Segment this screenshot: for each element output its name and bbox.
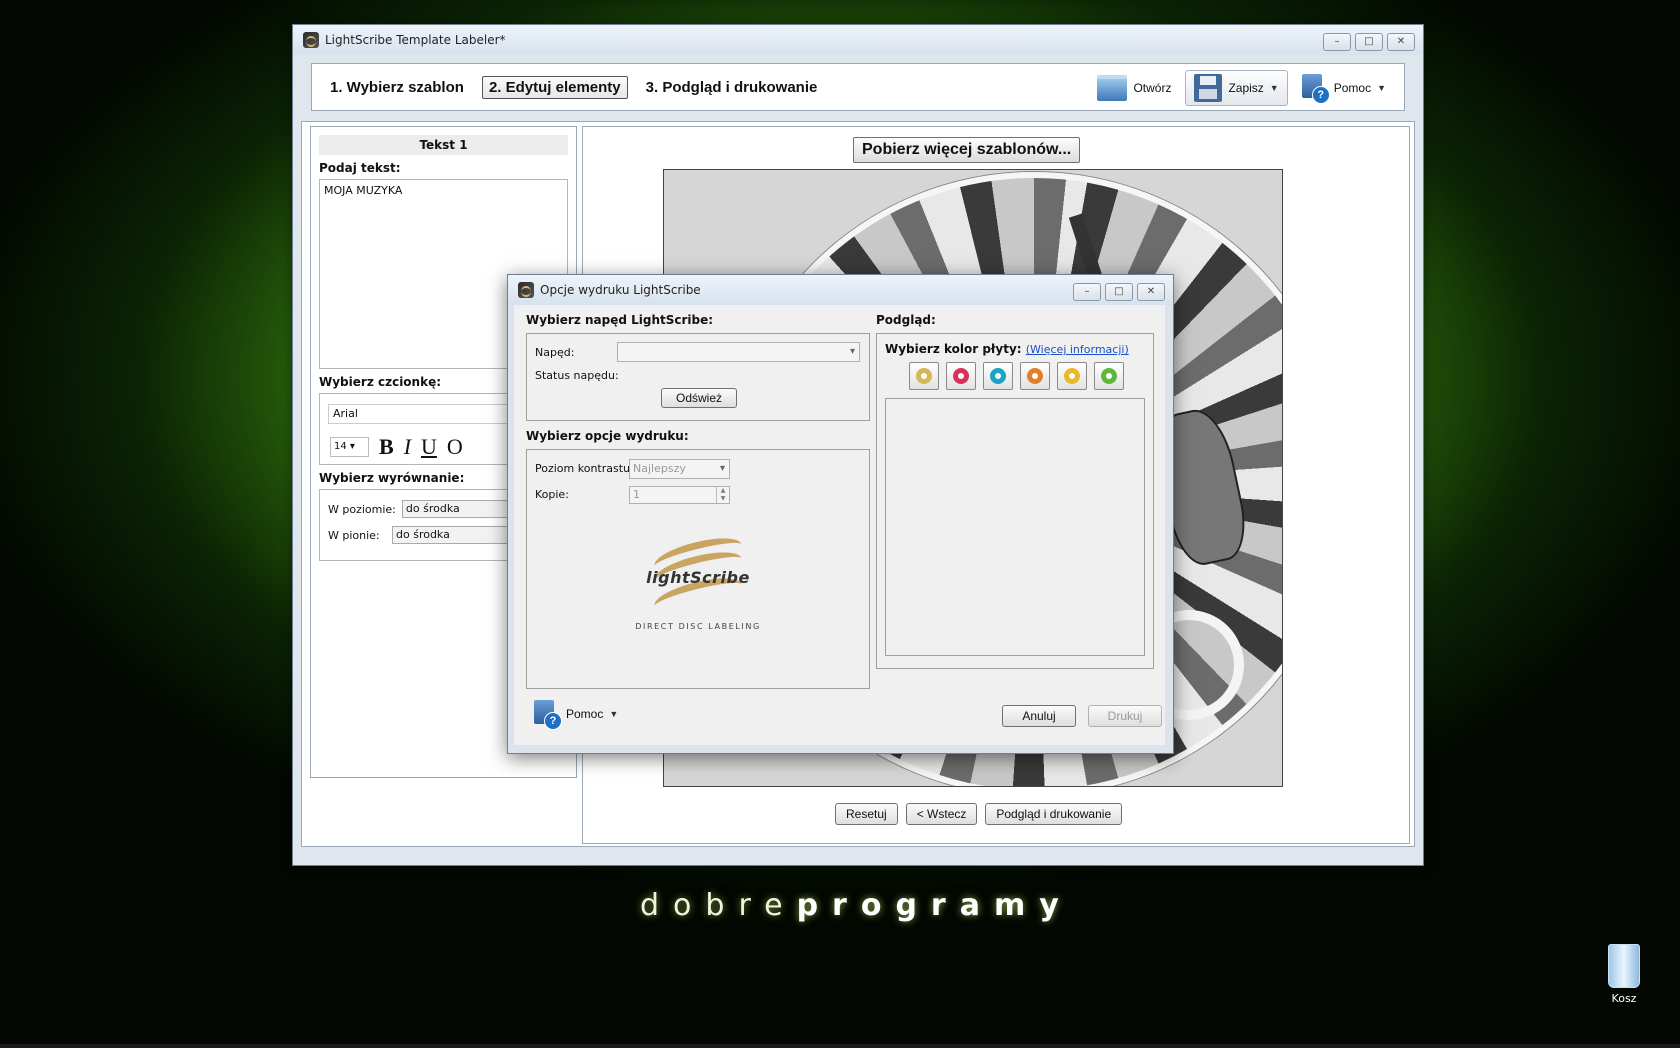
open-button[interactable]: Otwórz [1089,71,1179,105]
disc-color-swatches [909,362,1124,390]
disc-color-pink[interactable] [946,362,976,390]
lightscribe-logo: lightScribe DIRECT DISC LABELING [623,531,773,648]
copies-label: Kopie: [535,488,569,501]
lightscribe-app-icon [303,32,319,48]
contrast-label: Poziom kontrastu: [535,462,634,475]
drive-label: Napęd: [535,346,575,359]
print-options-dialog: Opcje wydruku LightScribe – □ ✕ Wybierz … [507,274,1174,754]
disc-color-yellow[interactable] [1057,362,1087,390]
step-edit-elements[interactable]: 2. Edytuj elementy [481,75,628,99]
print-options-group: Poziom kontrastu: Najlepszy Kopie: 1 ▲▼ … [526,449,870,689]
drive-select[interactable] [617,342,860,362]
recycle-bin-label: Kosz [1611,992,1637,1005]
drive-group: Napęd: Status napędu: Odśwież [526,333,870,421]
download-templates-button[interactable]: Pobierz więcej szablonów... [853,137,1081,163]
dialog-help-label: Pomoc [566,707,604,721]
more-info-link[interactable]: (Więcej informacji) [1026,343,1129,356]
help-book-icon: ? [1301,74,1330,104]
preview-section-title: Podgląd: [876,313,936,327]
chevron-down-icon[interactable]: ▼ [1270,83,1279,93]
help-menu-button[interactable]: ? Pomoc ▼ [1294,71,1394,105]
print-button[interactable]: Drukuj [1088,705,1162,727]
cancel-button[interactable]: Anuluj [1002,705,1076,727]
disc-color-label: Wybierz kolor płyty: (Więcej informacji) [885,342,1129,356]
window-title: LightScribe Template Labeler* [325,33,506,47]
disc-icon [990,368,1006,384]
horizontal-label: W poziomie: [328,502,396,516]
chevron-down-icon: ▼ [609,709,619,719]
dobreprogramy-wallpaper-logo: dobreprogramy [640,888,1073,923]
help-book-icon: ? [534,700,562,730]
step-preview-print[interactable]: 3. Podgląd i drukowanie [640,77,824,98]
underline-button[interactable]: U [421,434,437,460]
contrast-select[interactable]: Najlepszy [629,459,730,479]
drive-section-title: Wybierz napęd LightScribe: [526,313,714,327]
drive-status-label: Status napędu: [535,369,619,382]
copies-value: 1 [633,488,640,501]
dialog-maximize-button[interactable]: □ [1105,283,1133,301]
close-button[interactable]: ✕ [1387,33,1415,51]
maximize-button[interactable]: □ [1355,33,1383,51]
outline-button[interactable]: O [447,434,463,460]
italic-button[interactable]: I [404,434,411,460]
dialog-body: Wybierz napęd LightScribe: Napęd: Status… [514,305,1165,745]
reset-button[interactable]: Resetuj [835,803,898,825]
dialog-titlebar[interactable]: Opcje wydruku LightScribe – □ ✕ [508,275,1173,305]
brand-bold-text: programy [796,888,1073,923]
font-size-value: 14 [334,441,347,452]
vertical-label: W pionie: [328,528,380,542]
disc-icon [1027,368,1043,384]
copies-stepper[interactable]: 1 ▲ ▼ [629,486,730,504]
folder-icon [1097,75,1128,101]
print-preview-area [885,398,1145,656]
disc-icon [953,368,969,384]
recycle-bin-desktop-icon[interactable]: Kosz [1604,944,1644,1005]
disc-color-text: Wybierz kolor płyty: [885,342,1022,356]
options-section-title: Wybierz opcje wydruku: [526,429,689,443]
disc-color-cyan[interactable] [983,362,1013,390]
disc-color-gold[interactable] [909,362,939,390]
dialog-minimize-button[interactable]: – [1073,283,1101,301]
font-size-select[interactable]: 14 ▾ [330,437,369,457]
back-button[interactable]: < Wstecz [905,803,978,825]
dialog-close-button[interactable]: ✕ [1137,283,1165,301]
preview-print-button[interactable]: Podgląd i drukowanie [985,803,1123,825]
disc-color-green[interactable] [1094,362,1124,390]
spin-arrows-icon[interactable]: ▲ ▼ [716,487,729,503]
dialog-title: Opcje wydruku LightScribe [540,283,701,297]
refresh-button[interactable]: Odśwież [661,388,738,408]
open-label: Otwórz [1133,81,1172,95]
preview-group: Wybierz kolor płyty: (Więcej informacji) [876,333,1154,669]
logo-tagline: DIRECT DISC LABELING [635,622,761,631]
text-label: Podaj tekst: [319,161,401,175]
help-label: Pomoc [1333,81,1372,95]
font-select[interactable]: Arial [328,404,534,424]
disc-icon [1101,368,1117,384]
vertical-align-select[interactable]: do środka [392,526,517,544]
disc-icon [916,368,932,384]
logo-wordmark: lightScribe [646,568,750,587]
disc-icon [1064,368,1080,384]
main-titlebar[interactable]: LightScribe Template Labeler* – □ ✕ [293,25,1423,55]
brand-light-text: dobre [640,888,797,923]
recycle-bin-icon [1608,944,1640,988]
minimize-button[interactable]: – [1323,33,1351,51]
save-label: Zapisz [1228,81,1264,95]
floppy-disk-icon [1194,74,1223,102]
save-button[interactable]: Zapisz ▼ [1185,70,1288,106]
lightscribe-app-icon [518,282,534,298]
taskbar [0,1044,1680,1048]
dialog-help-button[interactable]: ? Pomoc ▼ [526,697,626,731]
chevron-down-icon: ▼ [1377,83,1386,93]
wizard-toolbar: 1. Wybierz szablon 2. Edytuj elementy 3.… [311,63,1405,111]
disc-color-orange[interactable] [1020,362,1050,390]
element-header: Tekst 1 [319,135,568,155]
step-choose-template[interactable]: 1. Wybierz szablon [324,77,470,98]
bold-button[interactable]: B [379,434,394,460]
